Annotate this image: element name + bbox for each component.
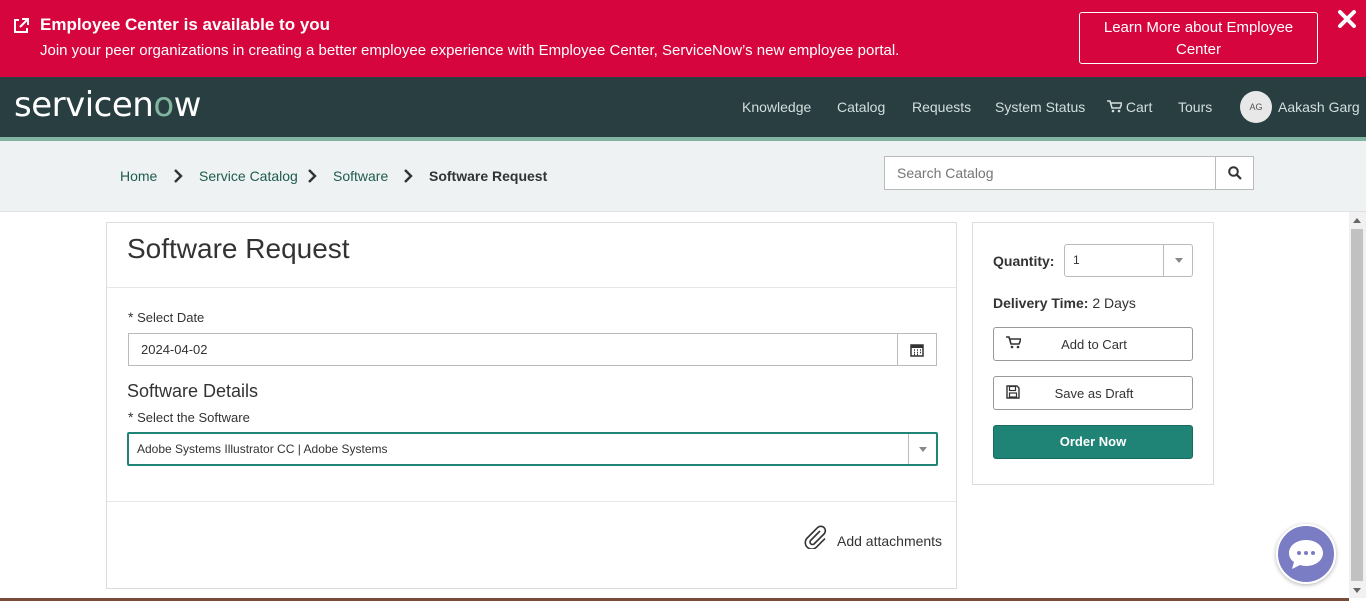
chevron-right-icon [308,169,317,183]
required-marker: * [128,309,134,325]
user-name[interactable]: Aakash Garg [1278,99,1360,115]
select-software-label: * Select the Software [128,409,250,425]
paperclip-icon [804,525,827,549]
delivery-time-label: Delivery Time: [993,295,1089,311]
nav-catalog[interactable]: Catalog [837,99,885,115]
chevron-right-icon [404,169,413,183]
announcement-banner: Employee Center is available to you Join… [0,0,1366,77]
add-attachments-label: Add attachments [837,533,943,549]
scroll-up-icon[interactable] [1353,218,1361,223]
dropdown-arrow[interactable] [908,434,936,464]
chevron-right-icon [174,169,183,183]
breadcrumb-bar: Home Service Catalog Software Software R… [0,141,1366,212]
search-button[interactable] [1215,156,1254,190]
quantity-select[interactable]: 1 [1064,244,1193,277]
chat-bubble-icon [1289,540,1323,569]
external-link-icon [14,18,29,33]
top-navigation: servicenow Knowledge Catalog Requests Sy… [0,77,1366,137]
divider [107,287,956,288]
quantity-value: 1 [1073,253,1080,267]
software-select[interactable]: Adobe Systems Illustrator CC | Adobe Sys… [127,432,938,466]
delivery-time-value: 2 Days [1092,295,1136,311]
scrollbar[interactable] [1349,212,1366,598]
nav-cart[interactable]: Cart [1107,99,1152,115]
breadcrumb-home[interactable]: Home [120,168,157,184]
caret-down-icon [919,447,927,452]
required-marker: * [128,409,134,425]
calendar-icon [910,344,924,357]
save-as-draft-button[interactable]: Save as Draft [993,376,1193,410]
software-details-heading: Software Details [127,381,259,401]
dropdown-arrow[interactable] [1163,245,1193,276]
nav-system-status[interactable]: System Status [995,99,1085,115]
chat-button[interactable] [1276,524,1336,584]
close-icon[interactable] [1337,9,1357,29]
quantity-label: Quantity: [993,253,1055,269]
select-date-label-text: Select Date [137,310,205,325]
scroll-thumb[interactable] [1351,229,1363,581]
avatar[interactable]: AG [1240,91,1272,123]
delivery-time: Delivery Time: 2 Days [993,295,1136,311]
select-software-label-text: Select the Software [137,410,250,425]
page-title: Software Request [127,233,350,264]
breadcrumb-current: Software Request [429,168,548,184]
nav-cart-label: Cart [1125,99,1153,115]
cart-icon [1107,100,1124,113]
nav-knowledge[interactable]: Knowledge [742,99,811,115]
nav-tours[interactable]: Tours [1178,99,1212,115]
catalog-item-form: Software Request * Select Date 2024-04-0… [106,222,957,589]
search-input[interactable] [884,156,1217,190]
save-as-draft-label: Save as Draft [1054,386,1134,401]
select-date-label: * Select Date [128,309,204,325]
caret-down-icon [1175,258,1183,263]
learn-more-button[interactable]: Learn More about Employee Center [1079,12,1318,64]
software-select-value: Adobe Systems Illustrator CC | Adobe Sys… [137,442,388,456]
order-now-button[interactable]: Order Now [993,425,1193,459]
breadcrumb-software[interactable]: Software [333,168,388,184]
banner-text: Join your peer organizations in creating… [40,42,900,59]
order-panel: Quantity: 1 Delivery Time: 2 Days Add to… [972,222,1214,485]
servicenow-logo[interactable]: servicenow [14,85,201,125]
date-field[interactable]: 2024-04-02 [128,333,898,366]
nav-requests[interactable]: Requests [912,99,971,115]
banner-title: Employee Center is available to you [40,15,331,34]
search-icon [1228,166,1242,180]
calendar-button[interactable] [897,333,937,366]
add-to-cart-label: Add to Cart [1061,337,1127,352]
scroll-down-icon[interactable] [1353,588,1361,593]
breadcrumb-service-catalog[interactable]: Service Catalog [199,168,298,184]
divider [107,501,956,502]
add-to-cart-button[interactable]: Add to Cart [993,327,1193,361]
